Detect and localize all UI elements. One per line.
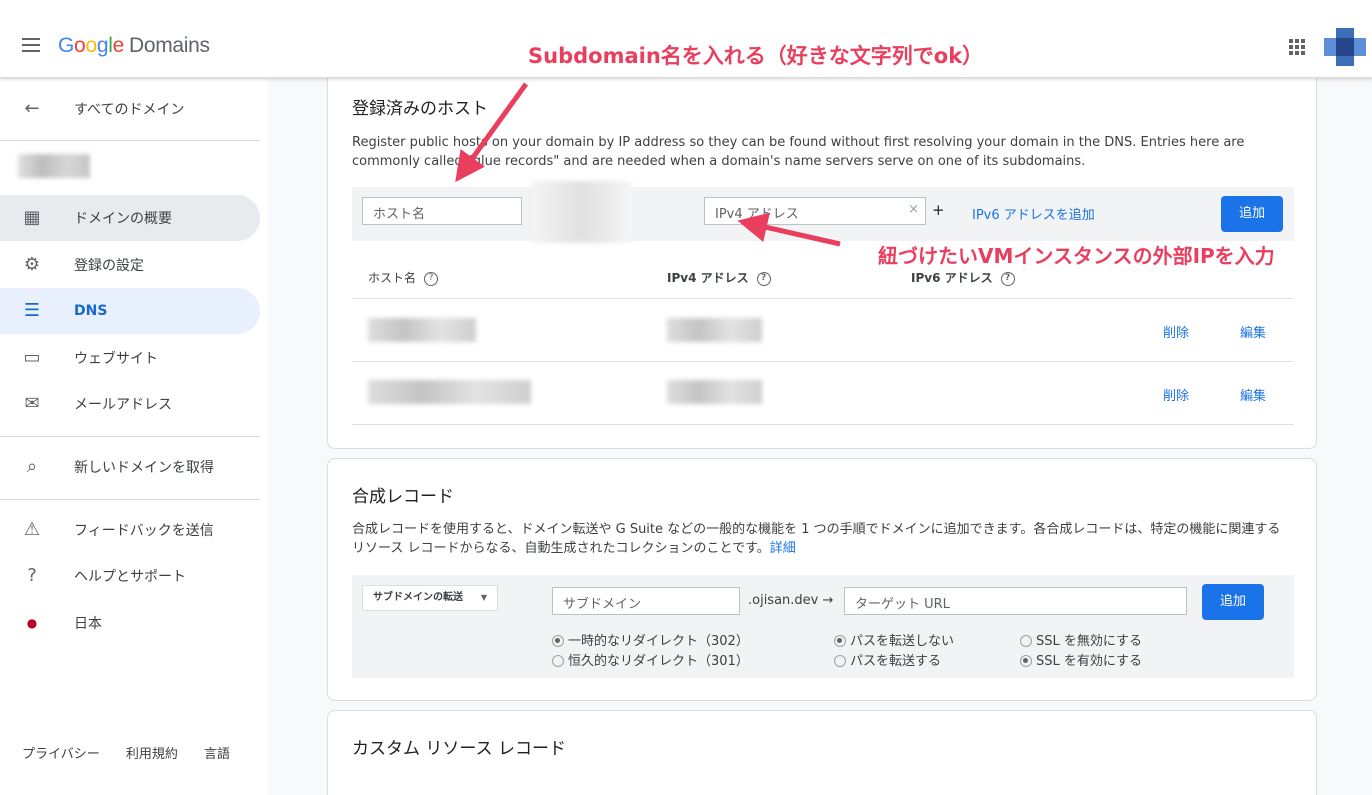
arrow-to-ipv4-input	[737, 212, 841, 247]
arrow-to-host-input	[455, 82, 529, 183]
annotation-top: Subdomain名を入れる（好きな文字列でok）	[528, 44, 984, 68]
annotation-arrows	[455, 82, 841, 247]
annotation-right: 紐づけたいVMインスタンスの外部IPを入力	[878, 244, 1275, 268]
